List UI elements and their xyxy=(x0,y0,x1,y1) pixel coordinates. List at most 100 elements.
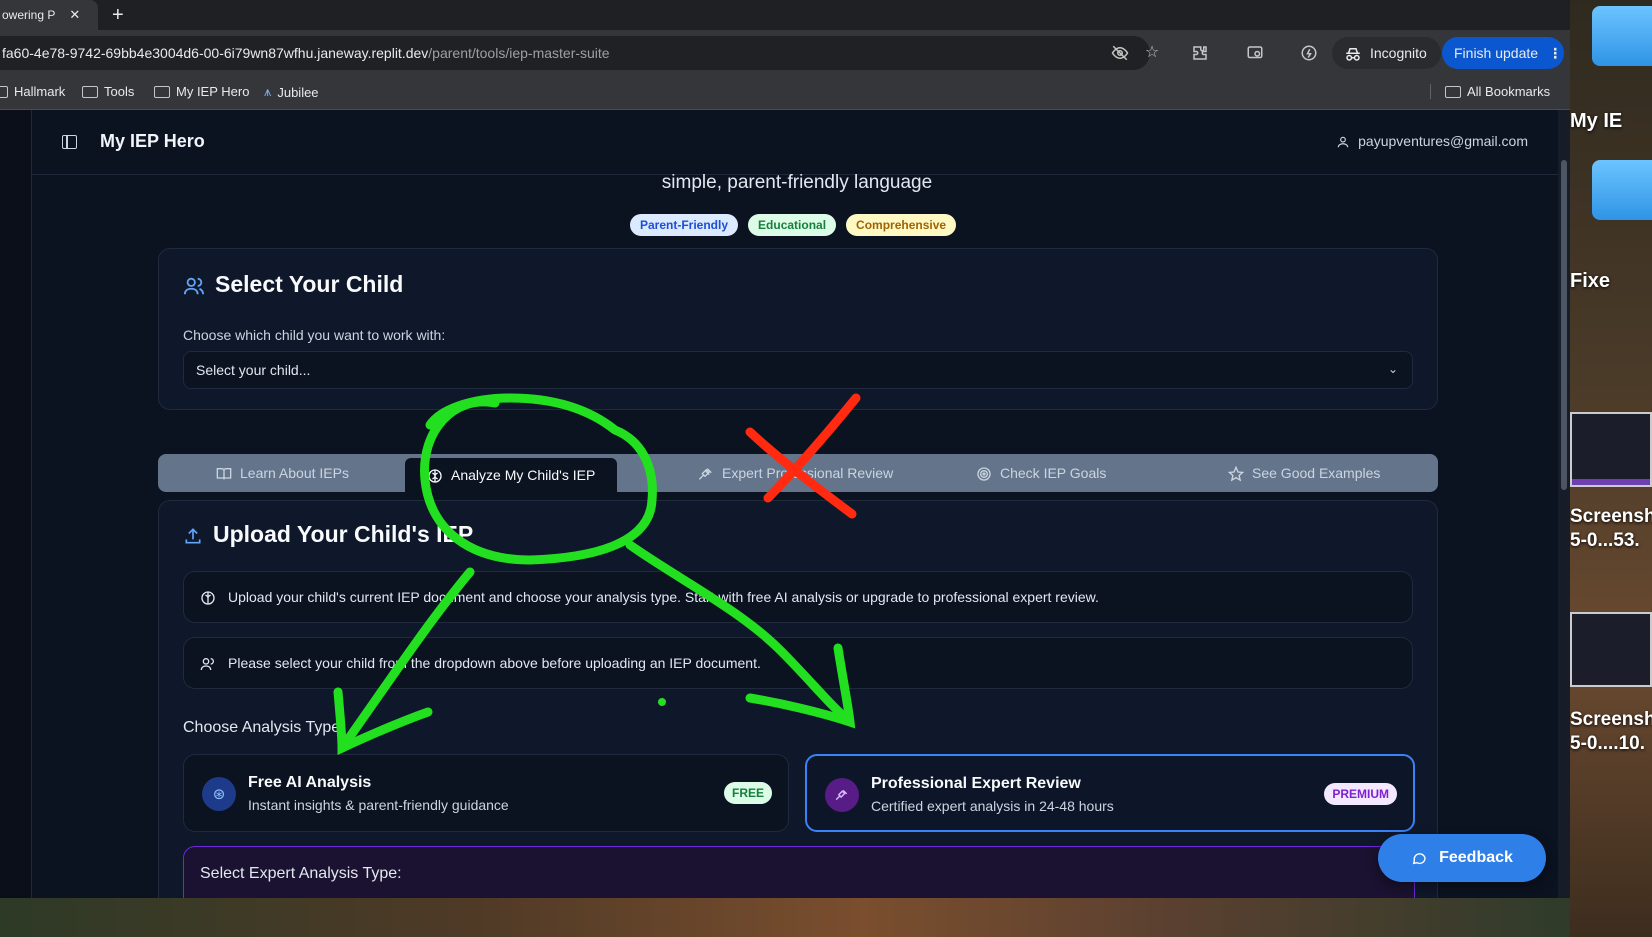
brain-icon: ⊛ xyxy=(202,777,236,811)
star-icon xyxy=(1228,464,1244,482)
free-badge: FREE xyxy=(723,782,772,804)
tab-analyze-iep[interactable]: Analyze My Child's IEP xyxy=(405,458,618,492)
tool-tabs: Learn About IEPs Analyze My Child's IEP … xyxy=(158,454,1438,492)
select-child-title: Select Your Child xyxy=(183,271,403,298)
child-select-value: Select your child... xyxy=(196,362,311,378)
desktop-item-label: Fixe xyxy=(1570,270,1611,292)
premium-badge: PREMIUM xyxy=(1324,783,1397,805)
chat-bubble-icon xyxy=(1411,849,1427,867)
option-description: Instant insights & parent-friendly guida… xyxy=(248,797,509,813)
upload-title-text: Upload Your Child's IEP xyxy=(213,521,474,547)
target-icon xyxy=(976,464,992,481)
tab-label: Learn About IEPs xyxy=(240,465,349,481)
reading-mode-icon[interactable] xyxy=(1245,43,1265,63)
users-icon xyxy=(183,271,205,298)
screenshot-label: Screensh 5-0....10. xyxy=(1570,709,1652,754)
folder-icon[interactable] xyxy=(1592,160,1652,220)
page-subtitle: simple, parent-friendly language xyxy=(661,172,933,193)
user-account[interactable]: payupventures@gmail.com xyxy=(1336,133,1528,149)
user-icon xyxy=(1336,133,1350,149)
brand-title: My IEP Hero xyxy=(100,131,205,151)
folder-icon[interactable] xyxy=(1592,6,1652,66)
select-child-title-text: Select Your Child xyxy=(215,271,404,297)
bookmark-label: Jubilee xyxy=(277,84,319,100)
feature-pills: Parent-Friendly Educational Comprehensiv… xyxy=(630,214,957,236)
info-text: Upload your child's current IEP document… xyxy=(228,589,1099,605)
page-icon xyxy=(0,85,8,98)
choose-analysis-label: Choose Analysis Type: xyxy=(183,719,345,736)
expert-analysis-title: Select Expert Analysis Type: xyxy=(200,865,402,882)
tab-label: See Good Examples xyxy=(1252,465,1381,481)
all-bookmarks[interactable]: All Bookmarks xyxy=(1430,84,1550,99)
bookmarks-bar: Hallmark Tools My IEP Hero ⩚ Jubilee All … xyxy=(0,76,1570,110)
option-title: Professional Expert Review xyxy=(871,775,1081,792)
bookmark-item[interactable]: Tools xyxy=(82,84,134,99)
url-path: /parent/tools/iep-master-suite xyxy=(428,45,610,61)
finish-update-label: Finish update xyxy=(1454,45,1539,61)
extensions-icon[interactable] xyxy=(1190,43,1210,63)
screenshot-thumbnail[interactable] xyxy=(1570,412,1652,487)
close-icon[interactable]: ✕ xyxy=(69,7,80,23)
feedback-label: Feedback xyxy=(1439,849,1513,866)
bookmark-label: Hallmark xyxy=(14,84,66,99)
expert-analysis-type-box: Select Expert Analysis Type: xyxy=(183,846,1415,898)
pill-comprehensive: Comprehensive xyxy=(846,214,957,236)
child-select[interactable]: Select your child... ⌄ xyxy=(183,351,1413,389)
professional-review-option[interactable]: Professional Expert Review Certified exp… xyxy=(805,754,1415,832)
bookmark-item[interactable]: ⩚ Jubilee xyxy=(264,84,319,100)
brain-icon xyxy=(427,466,443,483)
incognito-label: Incognito xyxy=(1370,45,1427,61)
folder-icon xyxy=(1445,85,1461,98)
eye-off-icon[interactable] xyxy=(1110,43,1130,63)
screenshot-thumbnail[interactable] xyxy=(1570,612,1652,687)
browser-window: owering P ✕ + fa60-4e78-9742-69bb4e3004d… xyxy=(0,0,1570,898)
upload-card: Upload Your Child's IEP Upload your chil… xyxy=(158,500,1438,898)
feedback-button[interactable]: Feedback xyxy=(1378,834,1546,882)
tab-label: Check IEP Goals xyxy=(1000,465,1107,481)
desktop-background-strip xyxy=(0,898,1570,937)
all-bookmarks-label: All Bookmarks xyxy=(1467,84,1551,99)
tab-learn-about-ieps[interactable]: Learn About IEPs xyxy=(216,454,349,492)
bookmark-item[interactable]: Hallmark xyxy=(0,84,65,99)
pill-parent-friendly: Parent-Friendly xyxy=(630,214,739,236)
tab-good-examples[interactable]: See Good Examples xyxy=(1228,454,1380,492)
incognito-icon xyxy=(1344,44,1362,61)
tab-strip: owering P ✕ + xyxy=(0,0,1570,30)
browser-tab[interactable]: owering P ✕ xyxy=(0,0,98,30)
child-select-label: Choose which child you want to work with… xyxy=(183,327,446,343)
bookmark-label: My IEP Hero xyxy=(176,84,250,99)
tab-title: owering P xyxy=(2,8,56,22)
gavel-icon xyxy=(825,778,859,812)
tab-expert-review[interactable]: Expert Professional Review xyxy=(698,454,893,492)
incognito-indicator[interactable]: Incognito xyxy=(1332,37,1441,69)
sidebar-toggle-icon[interactable] xyxy=(62,135,77,149)
url-host: fa60-4e78-9742-69bb4e3004d6-00-6i79wn87w… xyxy=(2,45,429,61)
upload-icon xyxy=(183,521,203,548)
folder-icon xyxy=(154,85,170,98)
star-icon[interactable]: ☆ xyxy=(1142,43,1162,63)
gavel-icon xyxy=(698,464,714,481)
folder-icon xyxy=(82,85,98,98)
tab-check-goals[interactable]: Check IEP Goals xyxy=(976,454,1106,492)
pill-educational: Educational xyxy=(748,214,837,236)
browser-toolbar: fa60-4e78-9742-69bb4e3004d6-00-6i79wn87w… xyxy=(0,30,1570,76)
user-email: payupventures@gmail.com xyxy=(1358,133,1528,150)
chevron-down-icon: ⌄ xyxy=(1387,362,1398,376)
finish-update-button[interactable]: Finish update ⋮ xyxy=(1442,37,1564,69)
app-viewport: My IEP Hero payupventures@gmail.com simp… xyxy=(0,110,1570,898)
new-tab-icon[interactable]: + xyxy=(112,4,124,27)
bookmark-label: Tools xyxy=(104,84,135,99)
more-vert-icon[interactable]: ⋮ xyxy=(1548,45,1562,62)
scrollbar-thumb[interactable] xyxy=(1561,160,1567,490)
bookmark-item[interactable]: My IEP Hero xyxy=(154,84,249,99)
users-icon xyxy=(200,654,216,671)
collapsed-sidebar xyxy=(0,110,32,898)
app-header: My IEP Hero payupventures@gmail.com xyxy=(32,110,1558,175)
free-ai-analysis-option[interactable]: ⊛ Free AI Analysis Instant insights & pa… xyxy=(183,754,789,832)
scrollbar[interactable] xyxy=(1558,110,1570,898)
brain-icon xyxy=(200,588,216,605)
address-bar[interactable]: fa60-4e78-9742-69bb4e3004d6-00-6i79wn87w… xyxy=(0,36,1150,70)
performance-icon[interactable] xyxy=(1299,43,1319,63)
book-icon xyxy=(216,464,232,481)
select-child-card: Select Your Child Choose which child you… xyxy=(158,248,1438,410)
